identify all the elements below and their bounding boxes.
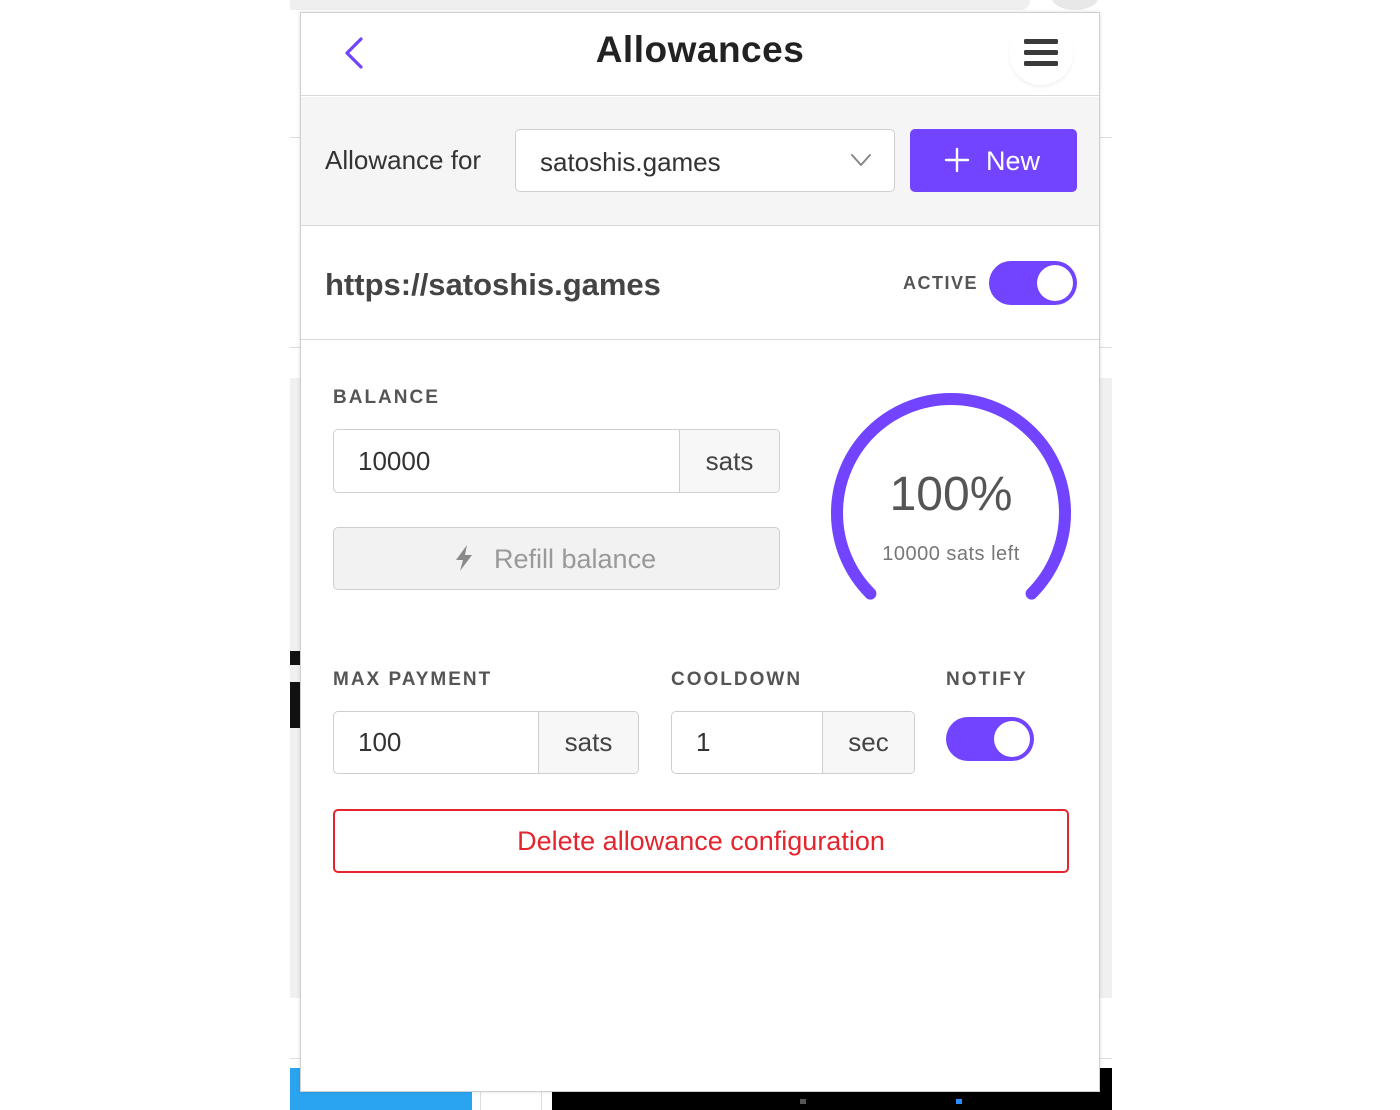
allowance-for-label: Allowance for (325, 145, 482, 175)
allowance-select-value: satoshis.games (540, 147, 721, 177)
cooldown-unit: sec (822, 712, 914, 773)
background-top-bar (290, 0, 1030, 10)
cooldown-input[interactable]: 1 (696, 712, 710, 773)
max-payment-label: MAX PAYMENT (333, 669, 493, 690)
site-url: https://satoshis.games (325, 267, 661, 302)
new-button-label: New (986, 146, 1041, 176)
balance-unit: sats (679, 430, 779, 492)
toggle-knob (994, 721, 1030, 757)
cooldown-label: COOLDOWN (671, 669, 803, 690)
balance-input[interactable]: 10000 (358, 430, 430, 492)
delete-allowance-button[interactable]: Delete allowance configuration (333, 809, 1069, 873)
menu-button[interactable] (1009, 21, 1073, 85)
balance-label: BALANCE (333, 387, 440, 408)
lightning-bolt-icon (456, 545, 472, 571)
active-toggle[interactable] (989, 261, 1077, 305)
max-payment-input-group: 100 sats (333, 711, 639, 774)
background-dot (956, 1099, 962, 1104)
active-label: ACTIVE (903, 273, 979, 293)
allowance-select[interactable]: satoshis.games (515, 129, 895, 192)
chevron-down-icon (851, 154, 871, 166)
plus-icon (944, 147, 970, 173)
refill-balance-button[interactable]: Refill balance (333, 527, 780, 590)
page-title: Allowances (595, 29, 805, 70)
toggle-knob (1037, 265, 1073, 301)
gauge-sats-left: 10000 sats left (882, 543, 1020, 565)
cooldown-input-group: 1 sec (671, 711, 915, 774)
notify-toggle[interactable] (946, 717, 1034, 761)
max-payment-input[interactable]: 100 (358, 712, 401, 773)
allowance-site-bar: https://satoshis.games ACTIVE (301, 227, 1099, 340)
hamburger-menu-icon (1024, 39, 1058, 66)
new-allowance-button[interactable]: New (910, 129, 1077, 192)
balance-input-group: 10000 sats (333, 429, 780, 493)
max-payment-unit: sats (538, 712, 638, 773)
background-dot (800, 1099, 806, 1104)
notify-label: NOTIFY (946, 669, 1028, 690)
refill-balance-label: Refill balance (494, 544, 657, 574)
allowances-popup: Allowances Allowance for satoshis.games … (300, 12, 1100, 1092)
header: Allowances (301, 13, 1099, 96)
allowance-selector-bar: Allowance for satoshis.games New (301, 97, 1099, 226)
delete-allowance-label: Delete allowance configuration (517, 825, 885, 856)
gauge-percent: 100% (889, 468, 1013, 521)
